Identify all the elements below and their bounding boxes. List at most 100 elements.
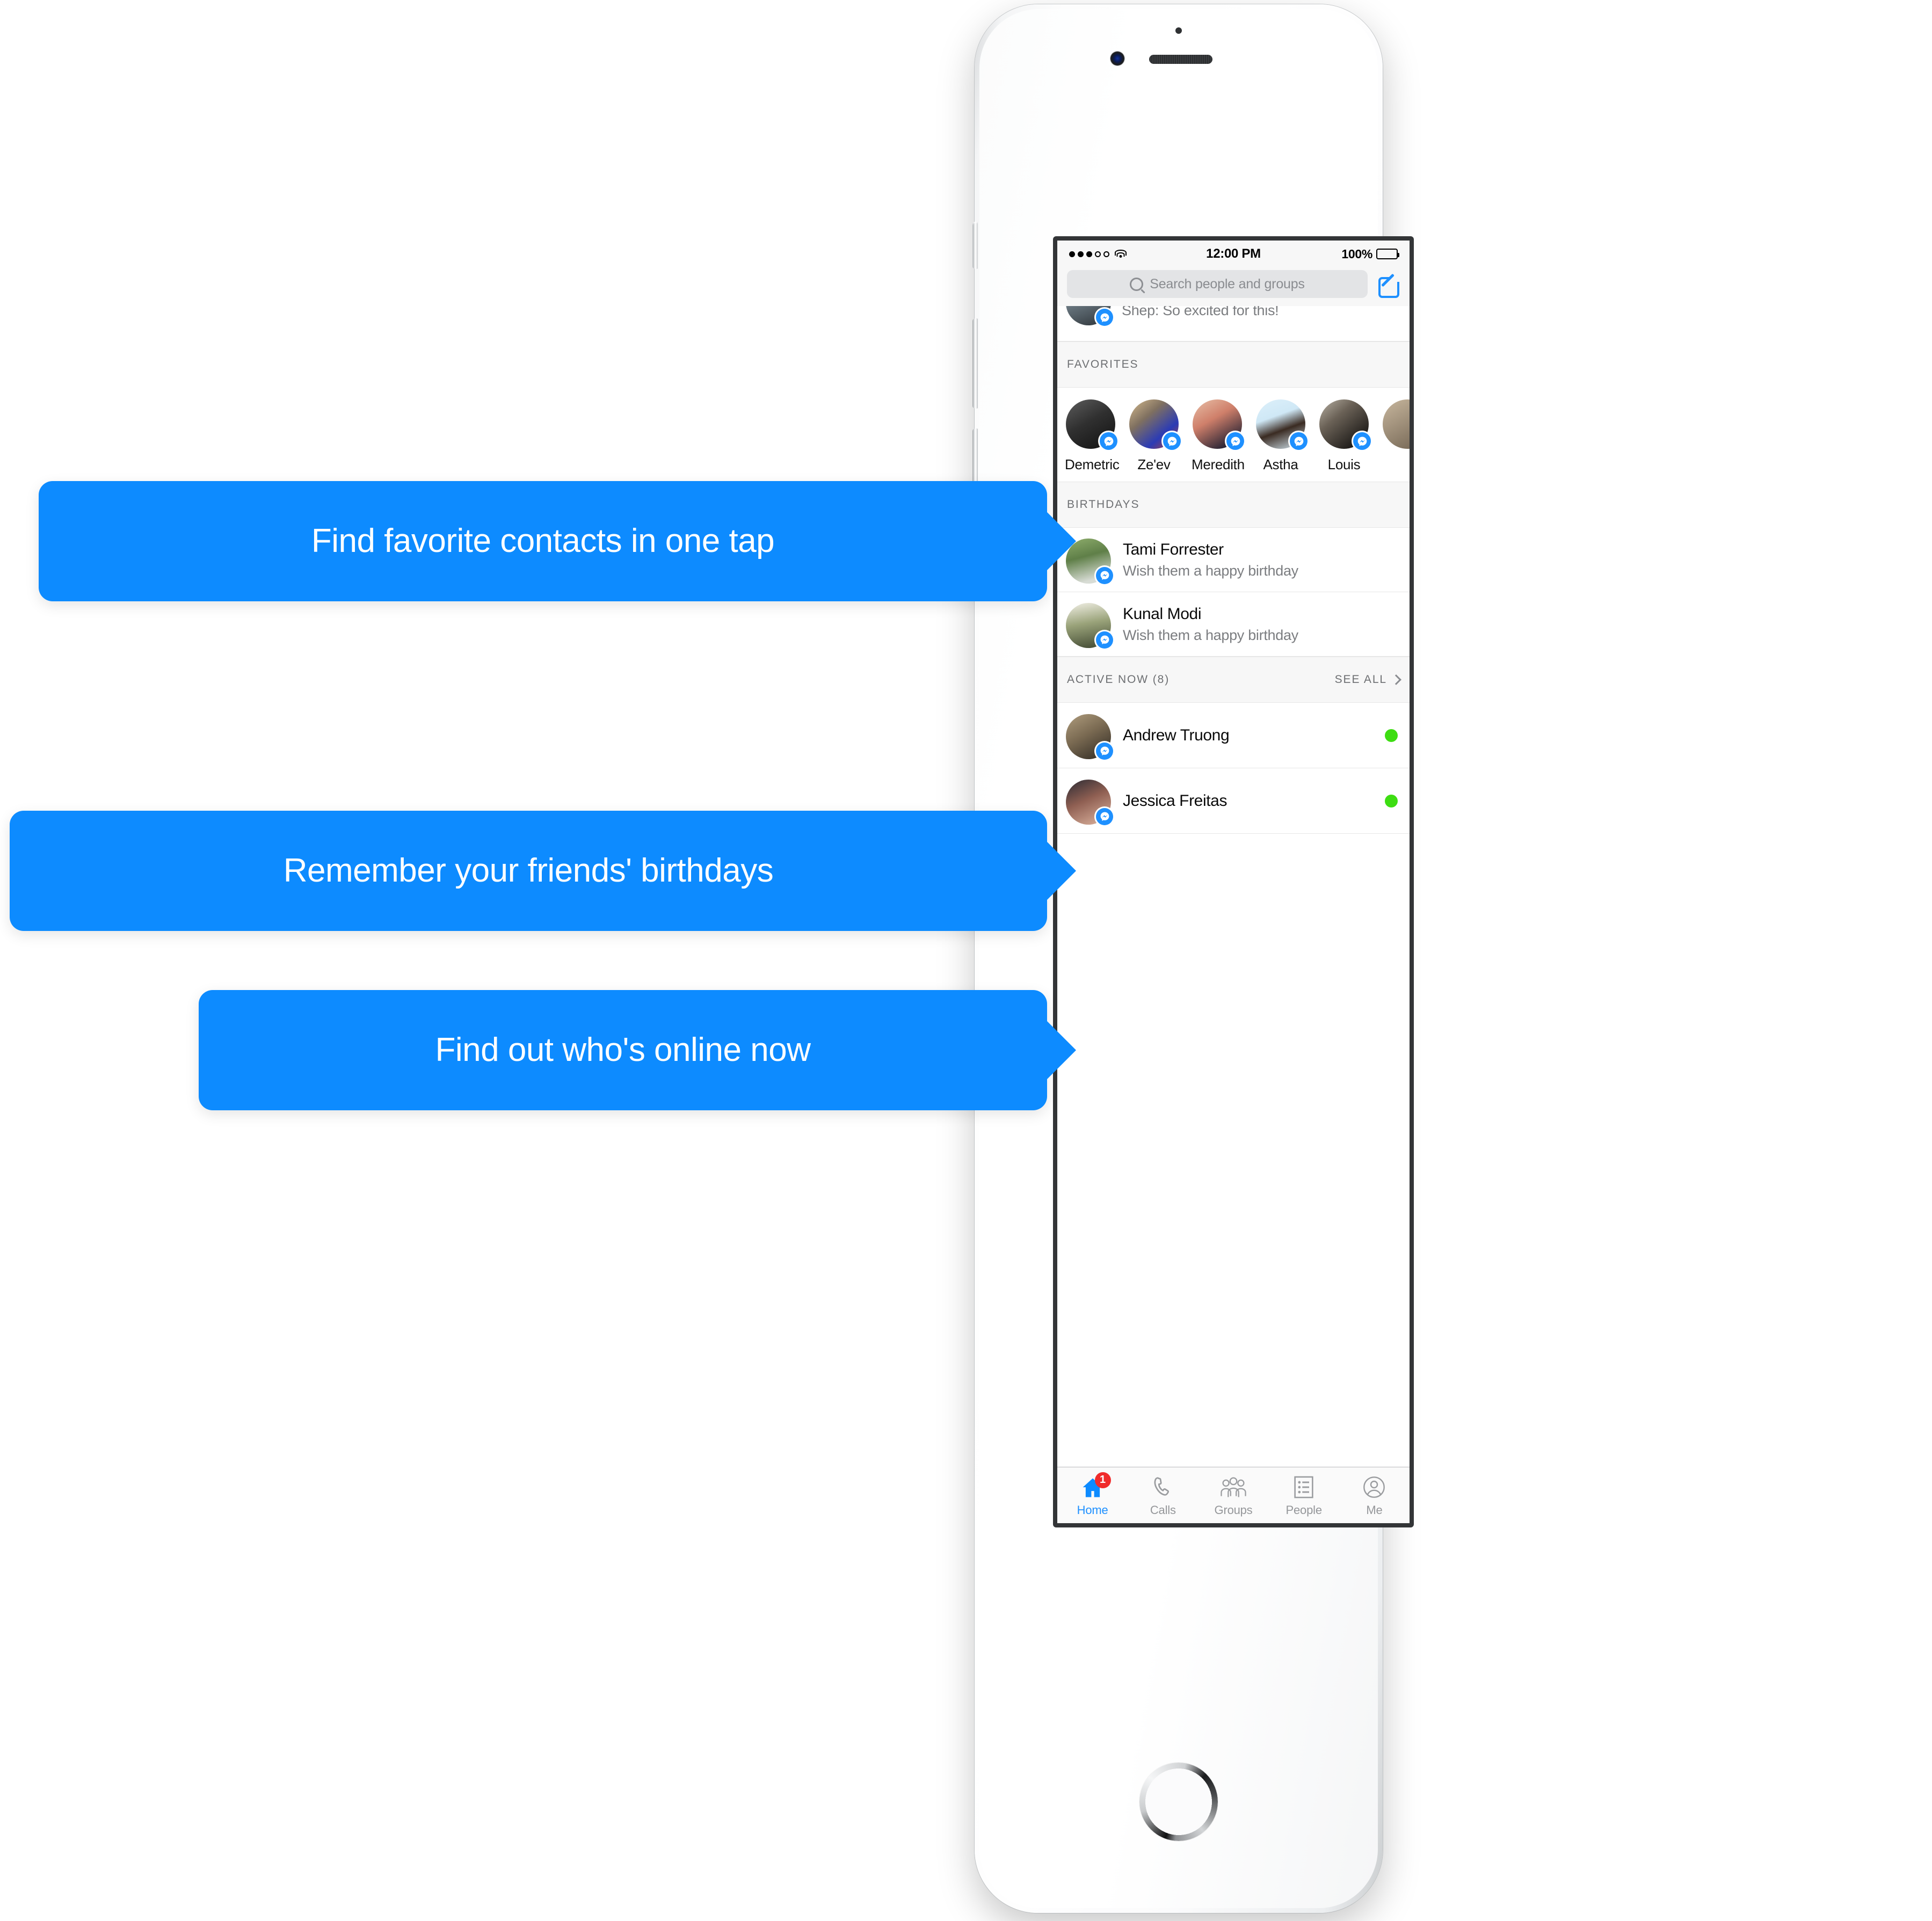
messenger-badge-icon [1096,309,1113,326]
conversation-snippet: Shep: So excited for this! [1122,306,1279,318]
callout-active-now-text: Find out who's online now [435,1031,811,1068]
messenger-app-screen: 12:00 PM 100% Search people and groups S… [1057,241,1410,1523]
messenger-badge-icon [1353,432,1371,450]
tab-groups-label: Groups [1214,1503,1253,1517]
messenger-badge-icon [1290,432,1308,450]
mute-switch[interactable] [972,222,978,269]
favorite-item[interactable]: Louis [1318,399,1371,473]
avatar [1129,399,1181,450]
avatar [1066,306,1113,326]
screen-bezel: 12:00 PM 100% Search people and groups S… [1053,236,1414,1527]
active-now-section-header: ACTIVE NOW (8) SEE ALL [1057,657,1410,703]
birthday-text: Tami Forrester Wish them a happy birthda… [1111,541,1400,579]
tab-me-label: Me [1366,1503,1383,1517]
home-icon: 1 [1080,1472,1111,1499]
avatar [1066,399,1117,450]
avatar [1256,399,1308,450]
callout-active-now: Find out who's online now [199,990,1076,1110]
tab-calls-label: Calls [1150,1503,1176,1517]
tab-people[interactable]: People [1269,1474,1339,1517]
earpiece-speaker [1149,55,1212,64]
birthdays-section-title: BIRTHDAYS [1067,498,1140,511]
callout-birthdays: Remember your friends' birthdays [10,811,1076,931]
callout-pointer-icon [1046,841,1076,901]
messenger-badge-icon [1226,432,1244,450]
search-input[interactable]: Search people and groups [1067,270,1368,298]
search-bar: Search people and groups [1057,267,1410,306]
favorite-name: Louis [1327,456,1361,472]
birthday-name: Tami Forrester [1123,540,1224,558]
favorite-item[interactable]: Ze'ev [1128,399,1181,473]
birthday-text: Kunal Modi Wish them a happy birthday [1111,605,1400,644]
conversation-text: Best Friend Squad! Shep: So excited for … [1111,306,1340,341]
tab-home-label: Home [1077,1503,1108,1517]
online-status-indicator [1385,729,1398,742]
favorite-name: Ze'ev [1137,456,1171,472]
status-bar-right: 100% [1341,246,1399,261]
birthday-row[interactable]: Kunal Modi Wish them a happy birthday [1057,592,1410,657]
favorite-item[interactable]: Astha [1255,399,1308,473]
favorites-strip[interactable]: Demetric Ze'ev Meredith Astha Louis [1057,388,1410,482]
battery-percent-label: 100% [1341,246,1372,261]
tab-calls[interactable]: Calls [1128,1474,1198,1517]
favorites-section-header: FAVORITES [1057,341,1410,388]
favorite-item-partial[interactable] [1382,399,1410,473]
callout-favorites: Find favorite contacts in one tap [39,481,1076,601]
birthday-name: Kunal Modi [1123,605,1202,623]
callout-pointer-icon [1046,511,1076,571]
active-now-row[interactable]: Jessica Freitas [1057,768,1410,834]
birthday-subtitle: Wish them a happy birthday [1123,562,1298,579]
status-bar: 12:00 PM 100% [1057,241,1410,267]
groups-icon [1219,1474,1247,1499]
avatar [1383,399,1410,449]
conversation-row[interactable]: Best Friend Squad! Shep: So excited for … [1057,306,1410,341]
avatar [1066,602,1113,649]
battery-icon [1376,249,1399,259]
avatar [1319,399,1371,450]
phone-icon [1151,1474,1175,1499]
favorite-name: Meredith [1192,456,1245,472]
search-icon [1130,277,1144,291]
active-now-name: Andrew Truong [1123,726,1230,744]
tab-groups[interactable]: Groups [1198,1474,1268,1517]
favorite-item[interactable]: Meredith [1192,399,1245,473]
active-now-row[interactable]: Andrew Truong [1057,703,1410,768]
iphone-device-mockup: 12:00 PM 100% Search people and groups S… [972,4,1414,1913]
avatar [1066,714,1113,760]
avatar [1066,779,1113,825]
favorite-item[interactable]: Demetric [1065,399,1120,473]
callout-pointer-icon [1046,1020,1076,1080]
see-all-button[interactable]: SEE ALL [1335,673,1401,686]
tab-home[interactable]: 1 Home [1057,1472,1128,1517]
tab-people-label: People [1285,1503,1323,1517]
tab-bar: 1 Home Calls Groups People Me [1057,1467,1410,1523]
messenger-badge-icon [1163,432,1181,450]
messenger-badge-icon [1100,432,1117,450]
active-now-name: Jessica Freitas [1123,791,1228,810]
messenger-badge-icon [1096,566,1113,584]
callout-birthdays-text: Remember your friends' birthdays [283,852,774,889]
callout-favorites-text: Find favorite contacts in one tap [311,522,775,559]
home-button[interactable] [1139,1763,1218,1841]
favorite-name: Demetric [1065,456,1120,472]
tab-me[interactable]: Me [1339,1474,1410,1517]
birthday-subtitle: Wish them a happy birthday [1123,627,1298,643]
messenger-badge-icon [1096,631,1113,649]
list-icon [1293,1474,1314,1499]
birthdays-section-header: BIRTHDAYS [1057,482,1410,528]
messenger-badge-icon [1096,742,1113,760]
online-status-indicator [1385,794,1398,807]
birthday-row[interactable]: Tami Forrester Wish them a happy birthda… [1057,528,1410,592]
home-badge: 1 [1094,1472,1111,1488]
search-placeholder: Search people and groups [1150,276,1305,292]
chevron-right-icon [1391,674,1401,685]
front-camera-icon [1110,52,1124,66]
active-now-section-title: ACTIVE NOW (8) [1067,673,1170,686]
phone-body: 12:00 PM 100% Search people and groups S… [972,4,1414,1913]
volume-up-button[interactable] [972,318,978,409]
proximity-sensor-dot [1175,27,1182,34]
compose-icon[interactable] [1377,273,1400,298]
avatar [1193,399,1244,450]
home-list[interactable]: Best Friend Squad! Shep: So excited for … [1057,306,1410,1467]
home-button-ring [1139,1763,1218,1841]
